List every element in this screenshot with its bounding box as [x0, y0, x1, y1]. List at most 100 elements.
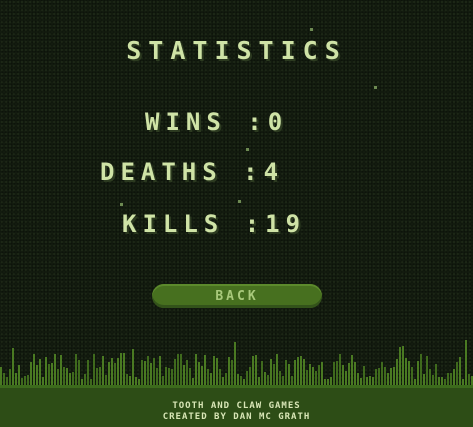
- grass-blade: [225, 373, 227, 387]
- kills-stat: KILLS :19: [122, 210, 307, 238]
- wins-value: 0: [267, 108, 289, 136]
- grass-blade: [30, 362, 32, 387]
- grass-blade: [387, 373, 389, 387]
- grass-blade: [390, 368, 392, 387]
- grass-blade: [63, 367, 65, 387]
- grass-blade: [354, 362, 356, 387]
- grass-blade: [207, 369, 209, 387]
- grass-blade: [45, 357, 47, 387]
- grass-blade: [69, 373, 71, 387]
- grass-blade: [87, 360, 89, 387]
- grass-blade: [93, 354, 95, 387]
- grass-blade: [168, 368, 170, 387]
- grass-blade: [252, 356, 254, 387]
- grass-blade: [159, 356, 161, 387]
- back-button[interactable]: BACK: [152, 284, 322, 308]
- grass-blade: [96, 368, 98, 387]
- grass-blade: [336, 361, 338, 387]
- grass-blade: [459, 357, 461, 387]
- grass-blade: [273, 364, 275, 387]
- grass-blade: [114, 363, 116, 387]
- grass-blade: [78, 360, 80, 387]
- grass-blade: [393, 367, 395, 387]
- grass-blade: [204, 355, 206, 387]
- kills-value: 19: [265, 210, 307, 238]
- grass-blade: [351, 355, 353, 387]
- grass-blade: [189, 368, 191, 387]
- grass-blade: [255, 355, 257, 387]
- grass-blade: [339, 354, 341, 387]
- grass-blade: [246, 371, 248, 387]
- grass-blade: [219, 369, 221, 387]
- grass-blade: [405, 358, 407, 387]
- deaths-value: 4: [263, 158, 285, 186]
- grass-blade: [3, 373, 5, 387]
- grass-blade: [429, 369, 431, 387]
- deaths-stat: DEATHS :4: [100, 158, 285, 186]
- grass-blade: [174, 359, 176, 387]
- grass-blade: [153, 358, 155, 387]
- grass-blade: [186, 360, 188, 387]
- grass-blade: [285, 360, 287, 387]
- star-particle: [120, 203, 123, 206]
- grass-blade: [66, 368, 68, 387]
- grass-blade: [12, 348, 14, 387]
- grass-blade: [120, 353, 122, 387]
- grass-blade: [402, 346, 404, 387]
- grass-blade: [15, 373, 17, 387]
- grass-blade: [348, 363, 350, 387]
- grass-blade: [249, 367, 251, 387]
- star-particle: [238, 200, 241, 203]
- grass-blade: [213, 356, 215, 387]
- grass-blade: [54, 354, 56, 387]
- grass-blade: [345, 371, 347, 387]
- grass-blade: [363, 366, 365, 387]
- grass-blade: [180, 354, 182, 387]
- grass-blade: [132, 349, 134, 387]
- author-credit: CREATED BY DAN MC GRATH: [162, 412, 311, 422]
- credits: TOOTH AND CLAW GAMES CREATED BY DAN MC G…: [0, 401, 473, 423]
- grass-blade: [231, 360, 233, 387]
- grass-blade: [321, 362, 323, 387]
- grass-blade: [60, 355, 62, 387]
- grass-blade: [156, 368, 158, 387]
- grass-blade: [198, 362, 200, 387]
- ground-edge: [0, 385, 473, 388]
- grass-blade: [108, 362, 110, 387]
- grass-blade: [99, 367, 101, 387]
- deaths-label: DEATHS: [100, 158, 223, 186]
- grass-blade: [417, 361, 419, 387]
- grass-blade: [72, 372, 74, 387]
- grass-blade: [315, 371, 317, 387]
- grass-blade: [216, 358, 218, 387]
- grass-blade: [48, 364, 50, 387]
- grass-blade: [399, 347, 401, 387]
- grass-blade: [447, 373, 449, 387]
- grass-blade: [261, 361, 263, 387]
- grass-blade: [234, 342, 236, 387]
- grass-blade: [420, 354, 422, 387]
- grass-blade: [9, 369, 11, 387]
- grass-blade: [357, 373, 359, 387]
- grass-blade: [378, 368, 380, 387]
- grass-blade: [411, 367, 413, 387]
- kills-label: KILLS: [122, 210, 225, 238]
- grass-blade: [165, 367, 167, 387]
- wins-stat: WINS :0: [145, 108, 289, 136]
- grass-blade: [279, 371, 281, 387]
- grass-blade: [309, 364, 311, 387]
- grass-blade: [177, 354, 179, 387]
- grass-blade: [33, 354, 35, 387]
- grass-blade: [183, 365, 185, 387]
- grass-blade: [426, 356, 428, 387]
- grass-blade: [228, 357, 230, 387]
- grass-blade: [18, 365, 20, 387]
- star-particle: [246, 148, 249, 151]
- grass-blade: [297, 357, 299, 387]
- grass-blade: [111, 358, 113, 387]
- grass-blade: [201, 366, 203, 387]
- wins-label: WINS: [145, 108, 227, 136]
- grass-blade: [117, 358, 119, 387]
- grass-blade: [210, 373, 212, 387]
- grass-blade: [276, 354, 278, 387]
